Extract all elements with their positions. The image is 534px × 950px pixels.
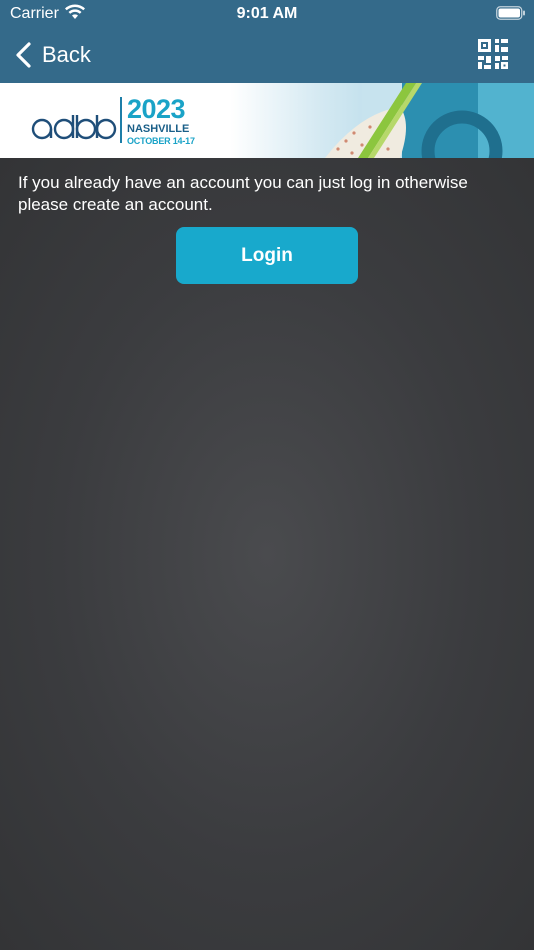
- chevron-left-icon: [16, 42, 31, 68]
- battery-icon: [496, 6, 525, 20]
- navigation-bar: Back: [0, 28, 534, 83]
- event-year: 2023: [127, 94, 186, 124]
- account-message: If you already have an account you can j…: [18, 173, 468, 214]
- back-button[interactable]: Back: [14, 38, 91, 72]
- qr-code-icon[interactable]: [476, 37, 510, 71]
- adbb-logo: [31, 115, 117, 140]
- event-dates: OCTOBER 14-17: [127, 136, 195, 146]
- logo-divider: [120, 97, 122, 143]
- login-button[interactable]: Login: [176, 227, 358, 284]
- clock: 9:01 AM: [236, 5, 298, 22]
- event-city: NASHVILLE: [127, 123, 190, 135]
- event-banner: 2023 NASHVILLE OCTOBER 14-17: [0, 83, 534, 158]
- top-bar: Carrier 9:01 AM Back: [0, 0, 534, 83]
- status-bar: Carrier 9:01 AM: [0, 0, 534, 28]
- main-content: If you already have an account you can j…: [0, 158, 534, 950]
- banner-artwork: [230, 83, 534, 158]
- back-label: Back: [42, 42, 91, 67]
